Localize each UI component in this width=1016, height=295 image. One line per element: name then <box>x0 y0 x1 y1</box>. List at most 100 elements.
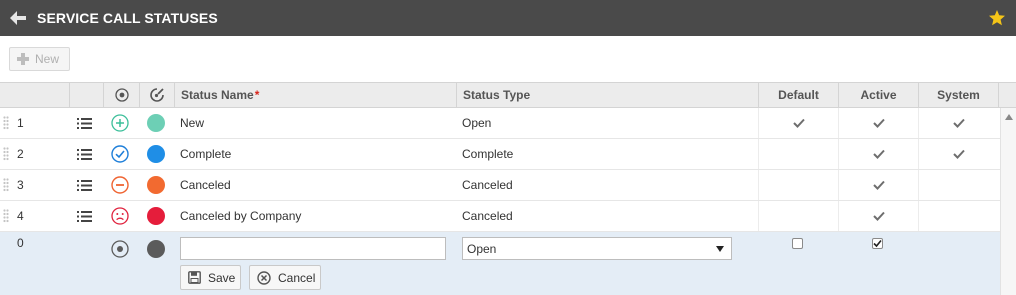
vertical-scrollbar[interactable] <box>1000 108 1016 295</box>
drag-handle-icon[interactable] <box>3 178 9 192</box>
table-row[interactable]: 4 Canceled by Company Canceled <box>0 201 1000 232</box>
status-type: Open <box>462 116 492 130</box>
header-detail <box>69 83 103 107</box>
drag-handle-icon[interactable] <box>3 147 9 161</box>
row-details-button[interactable] <box>77 139 92 169</box>
list-icon <box>77 148 92 160</box>
checkmark-icon <box>792 118 805 128</box>
row-number: 1 <box>17 116 24 130</box>
system-cell <box>918 170 998 200</box>
status-type-select[interactable]: Open <box>462 237 732 260</box>
active-cell <box>838 170 918 200</box>
row-number: 4 <box>17 209 24 223</box>
row-number: 2 <box>17 147 24 161</box>
active-checkbox[interactable] <box>872 238 883 249</box>
color-dot-icon <box>147 207 165 225</box>
edit-row: 0 Open Save Cancel <box>0 232 1000 295</box>
edit-color-swatch[interactable] <box>147 232 165 265</box>
table-row[interactable]: 1 New Open <box>0 108 1000 139</box>
check-circle-icon <box>111 145 129 163</box>
system-cell <box>918 201 998 231</box>
system-header-label: System <box>937 88 980 102</box>
plus-circle-icon <box>111 114 129 132</box>
sad-face-icon <box>111 207 129 225</box>
status-name: Canceled by Company <box>180 209 302 223</box>
radio-circle-icon <box>111 239 129 258</box>
status-icon[interactable] <box>111 170 129 200</box>
list-icon <box>77 117 92 129</box>
active-cell <box>838 139 918 169</box>
header-row-number <box>0 83 69 107</box>
row-details-button[interactable] <box>77 108 92 138</box>
default-checkbox[interactable] <box>792 238 803 249</box>
header-status-icon[interactable] <box>103 83 139 107</box>
color-swatch[interactable] <box>147 139 165 169</box>
status-icon[interactable] <box>111 201 129 231</box>
header-color[interactable] <box>139 83 174 107</box>
checkmark-icon <box>872 180 885 190</box>
drag-handle-icon[interactable] <box>3 209 9 223</box>
edit-status-icon[interactable] <box>111 232 129 265</box>
color-picker-icon <box>150 88 164 102</box>
color-swatch[interactable] <box>147 170 165 200</box>
cancel-circle-icon <box>257 270 271 285</box>
scroll-up-icon[interactable] <box>1005 114 1013 120</box>
color-dot-icon <box>147 239 165 258</box>
title-bar: SERVICE CALL STATUSES <box>0 0 1016 36</box>
radio-circle-icon <box>114 88 129 102</box>
plus-icon <box>17 53 29 65</box>
header-system[interactable]: System <box>918 83 998 107</box>
caret-down-icon <box>716 246 724 252</box>
save-button-label: Save <box>208 270 236 285</box>
save-disk-icon <box>188 271 201 284</box>
cancel-button-label: Cancel <box>278 270 316 285</box>
status-name-header-label: Status Name <box>181 88 254 102</box>
table-row[interactable]: 3 Canceled Canceled <box>0 170 1000 201</box>
page-title: SERVICE CALL STATUSES <box>37 10 218 26</box>
default-cell <box>758 108 838 138</box>
color-swatch[interactable] <box>147 108 165 138</box>
checkmark-icon <box>952 149 965 159</box>
list-icon <box>77 179 92 191</box>
checkmark-icon <box>952 118 965 128</box>
status-icon[interactable] <box>111 108 129 138</box>
header-status-type[interactable]: Status Type <box>456 83 758 107</box>
list-icon <box>77 210 92 222</box>
favorite-button[interactable] <box>988 9 1006 27</box>
save-button[interactable]: Save <box>180 265 241 290</box>
default-cell <box>758 139 838 169</box>
default-cell <box>758 170 838 200</box>
status-name: New <box>180 116 205 130</box>
header-status-name[interactable]: Status Name * <box>174 83 456 107</box>
header-active[interactable]: Active <box>838 83 918 107</box>
checkmark-icon <box>873 239 882 248</box>
new-button-label: New <box>35 52 60 66</box>
system-cell <box>918 108 998 138</box>
status-type: Canceled <box>462 178 513 192</box>
active-cell <box>838 201 918 231</box>
row-details-button[interactable] <box>77 170 92 200</box>
minus-circle-icon <box>111 176 129 194</box>
status-type: Complete <box>462 147 514 161</box>
default-header-label: Default <box>778 88 819 102</box>
checkmark-icon <box>872 211 885 221</box>
status-type: Canceled <box>462 209 513 223</box>
status-type-select-value: Open <box>467 241 497 256</box>
status-grid: Status Name * Status Type Default Active … <box>0 82 1016 295</box>
new-button[interactable]: New <box>9 47 70 71</box>
row-details-button[interactable] <box>77 201 92 231</box>
cancel-button[interactable]: Cancel <box>249 265 321 290</box>
status-icon[interactable] <box>111 139 129 169</box>
header-default[interactable]: Default <box>758 83 838 107</box>
active-cell <box>838 108 918 138</box>
status-type-header-label: Status Type <box>463 88 531 102</box>
checkmark-icon <box>872 118 885 128</box>
table-row[interactable]: 2 Complete Complete <box>0 139 1000 170</box>
back-button[interactable] <box>8 9 28 27</box>
grid-header: Status Name * Status Type Default Active … <box>0 82 1016 108</box>
color-swatch[interactable] <box>147 201 165 231</box>
drag-handle-icon[interactable] <box>3 116 9 130</box>
arrow-left-icon <box>10 11 26 25</box>
status-name-input[interactable] <box>180 237 446 260</box>
status-name: Complete <box>180 147 232 161</box>
